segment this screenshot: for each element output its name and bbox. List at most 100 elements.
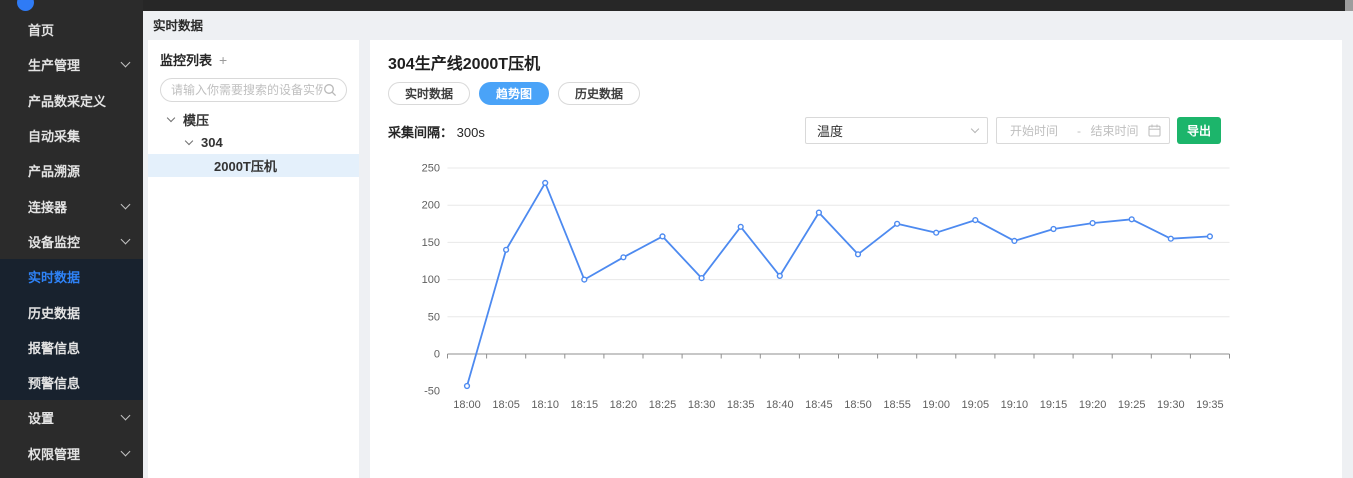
date-range-picker[interactable]: 开始时间 - 结束时间 (996, 117, 1170, 144)
end-time-placeholder[interactable]: 结束时间 (1081, 122, 1148, 139)
axis-tick-label: 18:05 (492, 399, 520, 411)
top-bar (0, 0, 1353, 11)
collect-interval-label: 采集间隔： (388, 125, 453, 140)
axis-tick-label: 150 (422, 237, 440, 249)
sidebar-menu-bottom: 设置权限管理 (0, 400, 143, 471)
data-point (1051, 227, 1056, 232)
tree-item-label: 2000T压机 (214, 156, 277, 175)
sidebar-item-label: 设备监控 (28, 232, 80, 251)
monitor-list-title: 监控列表 (160, 50, 212, 69)
axis-tick-label: 18:10 (531, 399, 559, 411)
device-search-box (160, 78, 347, 102)
axis-tick-label: 0 (434, 349, 440, 361)
add-monitor-button[interactable]: + (219, 54, 227, 66)
sidebar-item-label: 预警信息 (28, 373, 80, 392)
axis-tick-label: 18:20 (610, 399, 638, 411)
tree-item-2000t-press[interactable]: 2000T压机 (148, 154, 359, 177)
data-point (660, 234, 665, 239)
data-point (465, 384, 470, 389)
data-point (1090, 221, 1095, 226)
sidebar-item-settings[interactable]: 设置 (0, 400, 143, 435)
search-icon[interactable] (323, 83, 337, 97)
data-point (738, 224, 743, 229)
sidebar-item-connector[interactable]: 连接器 (0, 188, 143, 223)
axis-tick-label: 18:50 (844, 399, 872, 411)
sidebar-item-label: 实时数据 (28, 267, 80, 286)
sidebar-item-product-data-definition[interactable]: 产品数采定义 (0, 83, 143, 118)
chevron-down-icon (971, 124, 979, 132)
sidebar-item-production-mgmt[interactable]: 生产管理 (0, 47, 143, 82)
sidebar-submenu-device-monitor: 实时数据历史数据报警信息预警信息 (0, 259, 143, 400)
axis-tick-label: 19:20 (1079, 399, 1107, 411)
axis-tick-label: 18:55 (883, 399, 911, 411)
data-point (973, 218, 978, 223)
axis-tick-label: 18:40 (766, 399, 794, 411)
sidebar-item-realtime-data[interactable]: 实时数据 (0, 259, 143, 294)
sidebar-item-product-trace[interactable]: 产品溯源 (0, 153, 143, 188)
page-title: 304生产线2000T压机 (388, 50, 540, 74)
sidebar-item-label: 设置 (28, 408, 54, 427)
axis-tick-label: 200 (422, 200, 440, 212)
device-tree: 模压 304 2000T压机 (148, 108, 359, 177)
calendar-icon (1148, 124, 1161, 137)
sidebar-item-label: 生产管理 (28, 55, 80, 74)
scrollbar-thumb[interactable] (1345, 0, 1353, 11)
data-point (504, 247, 509, 252)
sidebar-item-permission-mgmt[interactable]: 权限管理 (0, 436, 143, 471)
sidebar-item-label: 报警信息 (28, 338, 80, 357)
axis-tick-label: -50 (424, 386, 440, 398)
data-point (1129, 217, 1134, 222)
axis-tick-label: 250 (422, 163, 440, 175)
data-point (817, 210, 822, 215)
data-point (1208, 234, 1213, 239)
sidebar-item-label: 产品溯源 (28, 161, 80, 180)
tree-item-label: 模压 (183, 110, 209, 129)
axis-tick-label: 18:15 (571, 399, 599, 411)
axis-tick-label: 19:30 (1157, 399, 1185, 411)
sidebar-item-home[interactable]: 首页 (0, 12, 143, 47)
axis-tick-label: 19:10 (1001, 399, 1029, 411)
axis-tick-label: 19:35 (1196, 399, 1224, 411)
sidebar-item-label: 自动采集 (28, 126, 80, 145)
chevron-down-icon[interactable] (167, 114, 175, 122)
sidebar: 首页生产管理产品数采定义自动采集产品溯源连接器设备监控 实时数据历史数据报警信息… (0, 0, 143, 478)
tree-item-mold-press[interactable]: 模压 (148, 108, 359, 131)
axis-tick-label: 18:45 (805, 399, 833, 411)
sidebar-item-label: 权限管理 (28, 444, 80, 463)
sidebar-item-label: 首页 (28, 20, 54, 39)
data-point (543, 181, 548, 186)
sidebar-item-history-data[interactable]: 历史数据 (0, 294, 143, 329)
sidebar-item-warning-info[interactable]: 预警信息 (0, 365, 143, 400)
tab-trend-chart[interactable]: 趋势图 (479, 82, 549, 105)
metric-select-value: 温度 (817, 121, 843, 140)
device-search-input[interactable] (171, 83, 323, 97)
data-point (777, 274, 782, 279)
data-point (699, 276, 704, 281)
breadcrumb: 实时数据 (153, 15, 203, 34)
tree-item-line-304[interactable]: 304 (148, 131, 359, 154)
sidebar-item-label: 历史数据 (28, 303, 80, 322)
trend-chart: -5005010015020025018:0018:0518:1018:1518… (370, 158, 1342, 448)
start-time-placeholder[interactable]: 开始时间 (1010, 122, 1077, 139)
axis-tick-label: 19:05 (962, 399, 990, 411)
data-point (895, 221, 900, 226)
data-point (621, 255, 626, 260)
axis-tick-label: 50 (428, 311, 440, 323)
axis-tick-label: 100 (422, 274, 440, 286)
metric-select[interactable]: 温度 (805, 117, 988, 144)
axis-tick-label: 19:00 (922, 399, 950, 411)
sidebar-item-alarm-info[interactable]: 报警信息 (0, 330, 143, 365)
tab-history-data[interactable]: 历史数据 (558, 82, 640, 105)
axis-tick-label: 19:25 (1118, 399, 1146, 411)
chevron-down-icon[interactable] (185, 137, 193, 145)
sidebar-item-device-monitor[interactable]: 设备监控 (0, 224, 143, 259)
sidebar-item-auto-collect[interactable]: 自动采集 (0, 118, 143, 153)
monitor-list-panel: 监控列表 + 模压 304 2000T压机 (148, 40, 359, 478)
axis-tick-label: 18:30 (688, 399, 716, 411)
export-button[interactable]: 导出 (1177, 117, 1221, 144)
collect-interval: 采集间隔： 300s (388, 122, 485, 141)
sidebar-menu: 首页生产管理产品数采定义自动采集产品溯源连接器设备监控 (0, 12, 143, 259)
tab-realtime-data[interactable]: 实时数据 (388, 82, 470, 105)
data-point (582, 277, 587, 282)
chevron-down-icon (121, 58, 131, 68)
